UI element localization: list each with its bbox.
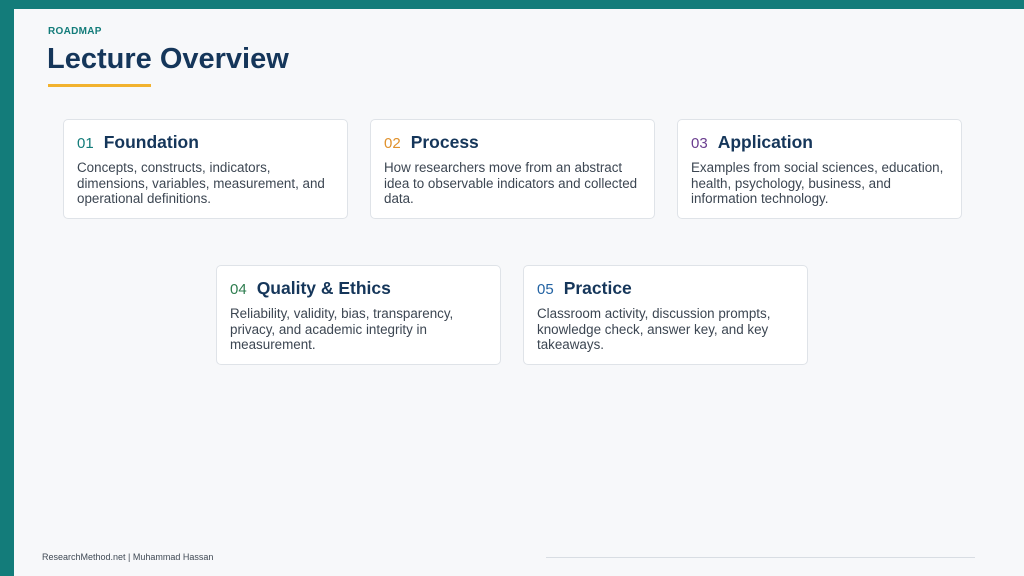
- card-title: Foundation: [103, 132, 199, 152]
- title-underline: [48, 84, 151, 87]
- roadmap-card-process: 02 Process How researchers move from an …: [370, 119, 655, 219]
- card-header: 03 Application: [691, 132, 813, 153]
- card-header: 04 Quality & Ethics: [230, 278, 391, 299]
- card-description: Examples from social sciences, education…: [691, 160, 944, 207]
- card-number: 02: [384, 135, 401, 152]
- card-header: 02 Process: [384, 132, 479, 153]
- card-number: 01: [77, 135, 94, 152]
- card-number: 05: [537, 281, 554, 298]
- card-header: 05 Practice: [537, 278, 632, 299]
- section-eyebrow: ROADMAP: [48, 26, 102, 37]
- card-header: 01 Foundation: [77, 132, 199, 153]
- card-number: 03: [691, 135, 708, 152]
- footer-credit: ResearchMethod.net | Muhammad Hassan: [42, 552, 214, 562]
- card-title: Application: [717, 132, 813, 152]
- card-title: Process: [410, 132, 479, 152]
- left-accent-bar: [0, 0, 14, 576]
- card-description: Classroom activity, discussion prompts, …: [537, 306, 771, 353]
- card-description: How researchers move from an abstract id…: [384, 160, 638, 207]
- card-title: Practice: [563, 278, 632, 298]
- card-number: 04: [230, 281, 247, 298]
- card-description: Concepts, constructs, indicators, dimens…: [77, 160, 325, 207]
- card-description: Reliability, validity, bias, transparenc…: [230, 306, 454, 353]
- top-accent-bar: [0, 0, 1024, 9]
- roadmap-card-quality-ethics: 04 Quality & Ethics Reliability, validit…: [216, 265, 501, 365]
- roadmap-card-practice: 05 Practice Classroom activity, discussi…: [523, 265, 808, 365]
- footer-divider: [546, 557, 975, 558]
- page-title: Lecture Overview: [47, 43, 289, 75]
- roadmap-card-foundation: 01 Foundation Concepts, constructs, indi…: [63, 119, 348, 219]
- card-title: Quality & Ethics: [256, 278, 391, 298]
- roadmap-card-application: 03 Application Examples from social scie…: [677, 119, 962, 219]
